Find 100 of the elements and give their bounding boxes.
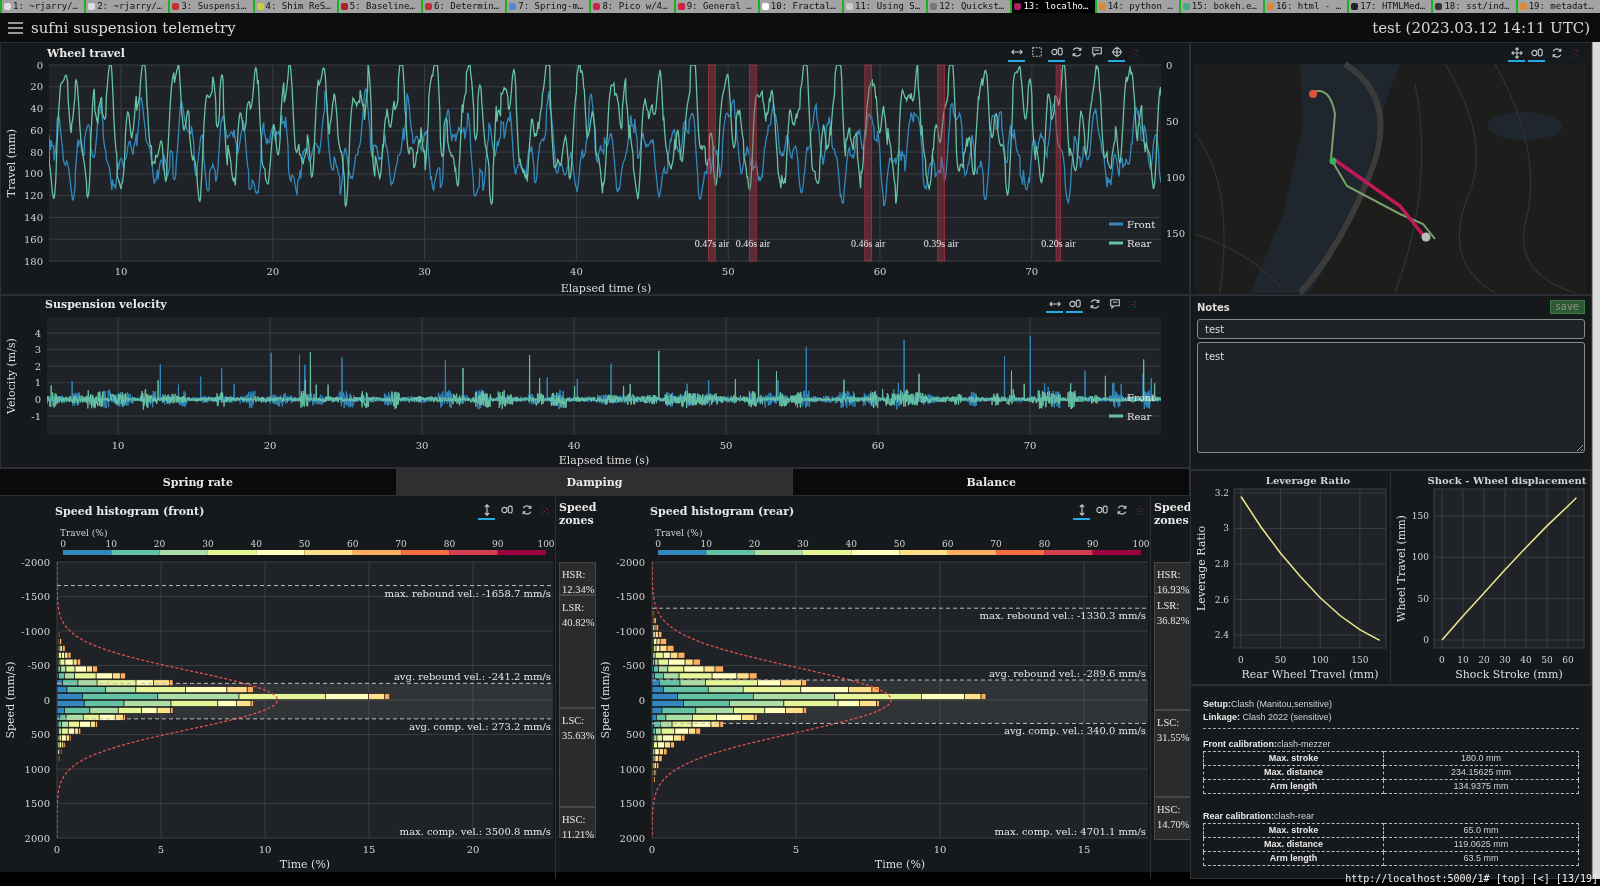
zone-value: 11.21%	[562, 828, 594, 842]
zone-label: LSC:	[1157, 716, 1180, 730]
pan-tool-button[interactable]	[1508, 45, 1525, 62]
favicon-icon	[1519, 3, 1527, 10]
axis-tick-label: 10	[1457, 655, 1469, 665]
chart-title: Shock - Wheel displacement	[1427, 475, 1587, 486]
menu-icon[interactable]	[8, 21, 23, 34]
zone-label: LSC:	[562, 714, 585, 728]
axis-tick-label: 2.6	[1214, 594, 1229, 605]
axis-label: Speed (mm/s)	[4, 661, 17, 739]
axis-tick-label: -1000	[616, 625, 645, 637]
axis-tick-label: 100	[1311, 655, 1329, 665]
axis-tick-label: 3	[34, 344, 41, 356]
table-cell: Max. distance	[1203, 837, 1384, 852]
airtime-label: 0.20s air	[1041, 238, 1076, 249]
velocity-annotation: avg. rebound vel.: -289.6 mm/s	[988, 668, 1146, 679]
zone-label: HSC:	[1157, 803, 1181, 817]
axis-tick-label: 50	[1166, 115, 1179, 127]
axis-tick-label: 150	[1166, 227, 1186, 239]
zones-title: Speed zones	[1153, 500, 1190, 526]
axis-tick-label: 500	[30, 729, 50, 740]
color-scale-title: Travel (%)	[655, 528, 703, 538]
axis-tick-label: 90	[491, 539, 504, 549]
move-icon	[1510, 46, 1523, 59]
favicon-icon	[172, 3, 180, 10]
axis-tick-label: 0	[1423, 635, 1429, 645]
axis-tick-label: 30	[797, 539, 809, 549]
favicon-icon	[1182, 3, 1190, 10]
axis-tick-label: 0	[1439, 655, 1445, 665]
reset-icon	[520, 504, 533, 516]
analysis-tab[interactable]: Balance	[793, 469, 1190, 495]
axis-tick-label: 0	[638, 694, 645, 706]
axis-tick-label: 0	[53, 844, 61, 855]
chart-title: Leverage Ratio	[1265, 475, 1351, 486]
color-scale-title: Travel (%)	[60, 528, 108, 538]
axis-tick-label: 0	[60, 539, 66, 549]
table-cell: 119.0625 mm	[1383, 837, 1579, 852]
section-title: Notes	[1197, 301, 1230, 313]
crosshair-tool-button[interactable]	[1108, 44, 1125, 62]
axis-tick-label: 100	[1411, 552, 1429, 563]
name-field[interactable]: test	[1197, 319, 1585, 339]
axis-tick-label: 60	[873, 266, 887, 277]
axis-tick-label: 70	[1023, 440, 1037, 451]
airtime-label: 0.39s air	[923, 238, 959, 249]
favicon-icon	[1267, 3, 1275, 10]
axis-tick-label: -500	[27, 660, 50, 671]
favicon-icon	[425, 3, 432, 10]
table-cell: Arm length	[1203, 851, 1384, 866]
description-field[interactable]: test	[1197, 342, 1585, 453]
axis-tick-label: 150	[1351, 655, 1369, 665]
analysis-tab[interactable]: Damping	[396, 469, 794, 495]
reset-icon	[1070, 46, 1083, 58]
axis-tick-label: -1500	[21, 591, 50, 602]
setup-text: Setup:Clash (Manitou,sensitive)	[1203, 698, 1334, 711]
wheel-zoom-icon	[1068, 297, 1081, 310]
favicon-icon	[88, 3, 96, 10]
zone-label: LSR:	[1157, 599, 1180, 613]
reset-icon	[1115, 504, 1128, 516]
axis-tick-label: 60	[30, 124, 43, 136]
axis-tick-label: 50	[721, 266, 735, 277]
axis-tick-label: 160	[23, 233, 43, 245]
axis-tick-label: -1500	[616, 591, 645, 602]
axis-tick-label: 40	[845, 539, 857, 549]
axis-label: Speed (mm/s)	[599, 661, 612, 739]
axis-tick-label: 80	[443, 539, 456, 549]
axis-tick-label: 0	[36, 59, 43, 71]
axis-tick-label: 10	[258, 844, 272, 855]
axis-tick-label: 2.8	[1214, 558, 1229, 569]
axis-tick-label: 50	[298, 539, 311, 549]
zone-value: 14.70%	[1157, 818, 1190, 832]
session-title: test (2023.03.12 14:11 UTC)	[1372, 18, 1590, 37]
axis-tick-label: 100	[537, 539, 555, 549]
zones-title: Speed zones	[558, 500, 595, 526]
axis-tick-label: 10	[105, 539, 118, 549]
favicon-icon	[593, 3, 601, 10]
axis-tick-label: 0	[648, 844, 656, 855]
favicon-icon	[930, 3, 938, 10]
axis-tick-label: 1000	[24, 763, 50, 775]
analysis-tab[interactable]: Spring rate	[0, 469, 397, 495]
axis-tick-label: 1500	[619, 798, 645, 809]
pan-tool-button[interactable]	[1073, 502, 1090, 520]
axis-tick-label: 50	[1541, 655, 1553, 665]
browser-tab[interactable]: 13: localho…	[1010, 0, 1095, 13]
axis-tick-label: 80	[30, 146, 43, 158]
axis-label: Elapsed time (s)	[558, 454, 650, 467]
axis-label: Time (%)	[279, 858, 331, 871]
axis-tick-label: 40	[250, 539, 262, 549]
axis-tick-label: 1000	[619, 763, 645, 775]
axis-tick-label: 20	[748, 539, 761, 549]
pan-tool-button[interactable]	[478, 502, 495, 520]
axis-tick-label: 10	[114, 266, 128, 277]
airtime-label: 0.46s air	[851, 238, 886, 249]
axis-tick-label: 100	[1132, 539, 1150, 549]
axis-tick-label: 60	[942, 539, 954, 549]
axis-tick-label: 5	[792, 844, 800, 855]
zone-label: HSR:	[562, 568, 586, 582]
chart-title: Wheel travel	[47, 46, 125, 60]
axis-tick-label: 10	[933, 844, 947, 855]
horizontal-arrow-icon	[1010, 46, 1023, 58]
favicon-icon	[4, 3, 11, 10]
